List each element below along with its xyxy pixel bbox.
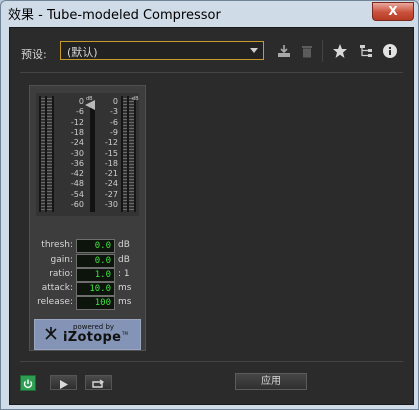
param-label: attack: <box>41 283 73 293</box>
left-scale-tick: 0 <box>78 97 84 106</box>
left-scale-tick: -18 <box>70 127 84 137</box>
footer-divider <box>20 361 403 362</box>
compressor-plugin: 0 -6 -12 -18 -24 -30 -36 -42 -48 -54 -60 dB 0 -3 -6 -9-… <box>29 85 146 351</box>
right-scale-tick: -27 <box>104 189 118 199</box>
param-unit: : 1 <box>118 269 130 279</box>
left-scale-tick: -42 <box>70 169 84 179</box>
delete-preset-icon[interactable] <box>299 43 315 59</box>
right-scale-tick: -24 <box>104 179 118 189</box>
param-row: gain: 0.0 dB <box>34 254 141 268</box>
right-scale-tick: -6 <box>110 117 118 127</box>
param-row: attack: 10.0 ms <box>34 282 141 296</box>
izotope-mark-icon <box>45 327 57 340</box>
right-scale-tick: -12 <box>104 138 118 148</box>
param-value: 0.0 <box>94 241 111 251</box>
divider <box>20 72 403 73</box>
param-value-field[interactable]: 100 <box>76 296 115 310</box>
param-label: ratio: <box>49 269 73 279</box>
param-value: 1.0 <box>94 270 111 280</box>
param-value-field[interactable]: 1.0 <box>76 268 115 282</box>
routing-icon[interactable] <box>358 43 374 59</box>
right-scale-tick: -18 <box>104 158 118 168</box>
param-label: thresh: <box>41 240 73 250</box>
loop-icon <box>92 379 105 388</box>
right-scale-tick: 0 <box>112 97 118 106</box>
left-scale-tick: -60 <box>70 200 84 209</box>
effect-panel: 预设: (默认) 0 -6 -12 -18 -24 -30 -36 -42 -4… <box>9 27 414 405</box>
save-preset-icon[interactable] <box>276 43 292 59</box>
left-scale-tick: -6 <box>76 107 84 117</box>
param-label: release: <box>37 297 73 307</box>
meter-section: 0 -6 -12 -18 -24 -30 -36 -42 -48 -54 -60 dB 0 -3 -6 -9-… <box>36 93 139 216</box>
close-icon: X <box>388 4 398 18</box>
effect-window: 效果 - Tube-modeled Compressor X 预设: (默认) <box>0 0 419 410</box>
param-label: gain: <box>50 255 73 265</box>
right-scale-tick: -30 <box>104 200 118 209</box>
param-value-field[interactable]: 0.0 <box>76 239 115 253</box>
power-button[interactable] <box>20 375 36 391</box>
param-unit: dB <box>118 240 130 250</box>
izotope-logo: powered by iZotope TM <box>34 319 141 350</box>
preview-play-button[interactable] <box>50 375 77 390</box>
right-scale-tick: -21 <box>104 169 118 179</box>
preset-dropdown[interactable]: (默认) <box>60 41 264 60</box>
param-value: 10.0 <box>89 284 111 294</box>
left-scale-tick: -36 <box>70 158 84 168</box>
loop-button[interactable] <box>85 375 112 390</box>
right-scale-tick: -15 <box>104 148 118 158</box>
param-row: release: 100 ms <box>34 296 141 310</box>
left-scale-tick: -12 <box>70 117 84 127</box>
param-value: 100 <box>94 298 111 308</box>
info-icon[interactable] <box>382 43 398 59</box>
preset-label: 预设: <box>21 48 47 61</box>
param-value-field[interactable]: 0.0 <box>76 254 115 268</box>
chevron-down-icon <box>250 48 258 53</box>
logo-brand: iZotope <box>63 330 122 345</box>
right-scale-tick: -9 <box>110 127 118 137</box>
param-row: thresh: 0.0 dB <box>34 239 141 253</box>
power-icon <box>23 379 33 389</box>
toolbar-divider <box>322 40 323 62</box>
right-scale-unit: dB <box>132 96 139 102</box>
favorite-star-icon[interactable] <box>332 43 348 59</box>
gain-reduction-meter <box>121 96 136 212</box>
param-unit: dB <box>118 255 130 265</box>
param-unit: ms <box>118 297 132 307</box>
close-button[interactable]: X <box>372 2 414 21</box>
title-bar[interactable]: 效果 - Tube-modeled Compressor X <box>1 1 418 25</box>
logo-trademark: TM <box>122 331 128 336</box>
left-scale-tick: -54 <box>70 189 84 199</box>
param-unit: ms <box>118 283 132 293</box>
right-scale-tick: -3 <box>110 107 118 117</box>
param-row: ratio: 1.0 : 1 <box>34 268 141 282</box>
input-level-meter <box>39 96 54 212</box>
preset-selected-value: (默认) <box>67 46 98 59</box>
param-value: 0.0 <box>94 256 111 266</box>
left-scale-tick: -48 <box>70 179 84 189</box>
left-scale-tick: -30 <box>70 148 84 158</box>
apply-button[interactable]: 应用 <box>235 373 307 390</box>
window-title: 效果 - Tube-modeled Compressor <box>8 8 221 23</box>
param-value-field[interactable]: 10.0 <box>76 282 115 296</box>
play-icon <box>60 380 68 389</box>
left-scale-tick: -24 <box>70 138 84 148</box>
